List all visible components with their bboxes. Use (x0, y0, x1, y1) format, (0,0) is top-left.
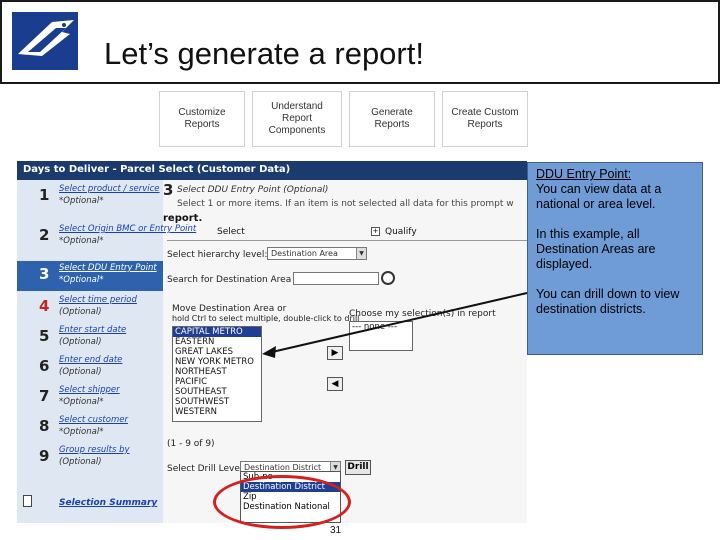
callout-line-1: You can view data at a national or area … (536, 182, 662, 211)
page-number: 31 (330, 525, 342, 536)
callout-box: DDU Entry Point: You can view data at a … (527, 162, 703, 355)
callout-title: DDU Entry Point: (536, 167, 632, 181)
callout-para-3: You can drill down to view destination d… (536, 287, 680, 316)
callout-para-2: In this example, all Destination Areas a… (536, 227, 656, 271)
